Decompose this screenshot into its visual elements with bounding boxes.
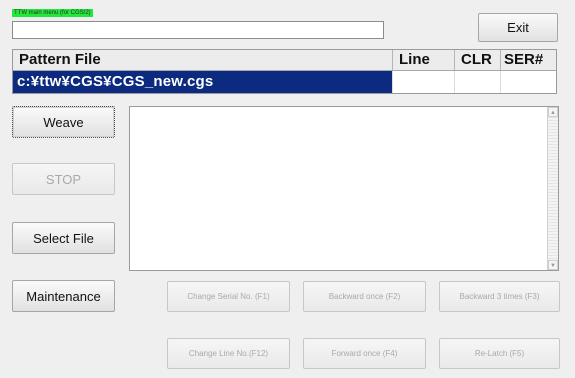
cell-clr[interactable] [455, 71, 501, 93]
pattern-table-header: Pattern File Line CLR SER# [13, 50, 556, 71]
change-line-button[interactable]: Change Line No.(F12) [167, 338, 290, 369]
scroll-up-arrow-icon[interactable]: ▲ [548, 107, 558, 117]
maintenance-button[interactable]: Maintenance [12, 280, 115, 312]
cell-ser[interactable] [501, 71, 556, 93]
cell-pattern-file[interactable]: c:¥ttw¥CGS¥CGS_new.cgs [13, 71, 393, 93]
weave-button[interactable]: Weave [12, 106, 115, 138]
forward-once-button[interactable]: Forward once (F4) [303, 338, 426, 369]
status-field[interactable] [12, 21, 384, 39]
relatch-button[interactable]: Re-Latch (F5) [439, 338, 560, 369]
main-window: TTW main menu (for CGS/2) Exit Pattern F… [0, 0, 575, 378]
backward-once-button[interactable]: Backward once (F2) [303, 281, 426, 312]
log-textarea[interactable]: ▲ ▼ [129, 106, 559, 271]
backward-three-button[interactable]: Backward 3 times (F3) [439, 281, 560, 312]
column-header-ser[interactable]: SER# [501, 50, 556, 70]
cell-line[interactable] [393, 71, 455, 93]
column-header-line[interactable]: Line [393, 50, 455, 70]
select-file-button[interactable]: Select File [12, 222, 115, 254]
change-serial-button[interactable]: Change Serial No. (F1) [167, 281, 290, 312]
pattern-table: Pattern File Line CLR SER# c:¥ttw¥CGS¥CG… [12, 49, 557, 94]
log-scrollbar[interactable]: ▲ ▼ [547, 107, 558, 270]
scroll-down-arrow-icon[interactable]: ▼ [548, 260, 558, 270]
column-header-pattern-file[interactable]: Pattern File [13, 50, 393, 70]
window-title: TTW main menu (for CGS/2) [12, 9, 93, 17]
stop-button[interactable]: STOP [12, 163, 115, 195]
exit-button[interactable]: Exit [478, 13, 558, 42]
column-header-clr[interactable]: CLR [455, 50, 501, 70]
table-row[interactable]: c:¥ttw¥CGS¥CGS_new.cgs [13, 71, 556, 93]
